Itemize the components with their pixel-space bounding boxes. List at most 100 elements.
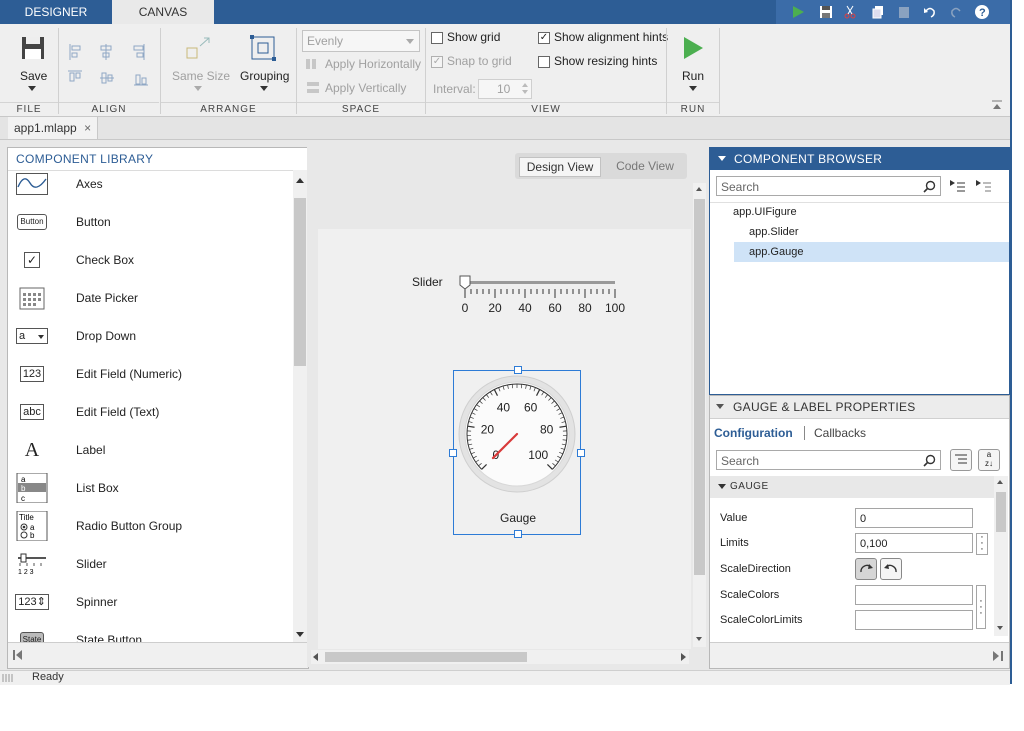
gauge[interactable]: 020406080100 bbox=[453, 370, 581, 498]
property-group-header[interactable]: GAUGE bbox=[710, 476, 994, 498]
scroll-down-icon[interactable] bbox=[997, 626, 1003, 630]
snap-to-grid-label: Snap to grid bbox=[447, 54, 512, 68]
scroll-thumb[interactable] bbox=[694, 199, 705, 575]
list-item-edit-field-numeric[interactable]: 123 Edit Field (Numeric) bbox=[16, 355, 182, 393]
scroll-right-icon[interactable] bbox=[681, 653, 686, 661]
resize-handle[interactable] bbox=[449, 449, 457, 457]
scroll-thumb[interactable] bbox=[325, 652, 527, 662]
list-item-drop-down[interactable]: a Drop Down bbox=[16, 317, 136, 355]
svg-text:b: b bbox=[21, 484, 26, 493]
show-alignment-hints-label: Show alignment hints bbox=[554, 30, 669, 44]
gauge-tick-label: 40 bbox=[497, 400, 511, 414]
list-item-label[interactable]: A Label bbox=[16, 431, 106, 469]
properties-header: GAUGE & LABEL PROPERTIES bbox=[710, 396, 1009, 419]
prop-label-value: Value bbox=[720, 512, 748, 524]
svg-text:c: c bbox=[21, 494, 25, 503]
slider[interactable]: 0 20 40 60 80 100 bbox=[452, 271, 632, 315]
library-scrollbar[interactable] bbox=[293, 170, 307, 642]
list-item-axes[interactable]: Axes bbox=[16, 170, 103, 203]
collapse-icon[interactable] bbox=[716, 404, 724, 409]
prop-value-field[interactable]: 0 bbox=[855, 508, 973, 528]
apply-vertically-icon bbox=[307, 82, 319, 93]
browser-search-input[interactable]: Search bbox=[716, 176, 941, 196]
canvas-vscrollbar[interactable] bbox=[693, 183, 706, 647]
resize-handle[interactable] bbox=[514, 530, 522, 538]
run-button[interactable]: Run bbox=[672, 32, 714, 94]
first-page-icon[interactable] bbox=[13, 650, 23, 660]
save-label: Save bbox=[20, 69, 48, 83]
prop-limits-field[interactable]: 0,100 bbox=[855, 533, 973, 553]
code-view-button[interactable]: Code View bbox=[605, 157, 685, 175]
list-item-button[interactable]: Button Button bbox=[16, 203, 111, 241]
list-item-state-button[interactable]: State State Button bbox=[16, 621, 142, 642]
show-resizing-hints-checkbox[interactable] bbox=[538, 56, 550, 68]
expand-all-icon[interactable] bbox=[950, 180, 966, 194]
list-item-edit-field-text[interactable]: abc Edit Field (Text) bbox=[16, 393, 159, 431]
counterclockwise-button[interactable] bbox=[880, 558, 902, 580]
component-browser-header: COMPONENT BROWSER bbox=[710, 148, 1009, 170]
save-icon[interactable] bbox=[816, 2, 836, 22]
last-page-icon[interactable] bbox=[993, 651, 1003, 661]
list-item-slider[interactable]: 1 2 3 Slider bbox=[16, 545, 107, 583]
divider bbox=[719, 28, 720, 114]
scroll-down-icon[interactable] bbox=[696, 637, 702, 641]
group-view-button[interactable] bbox=[950, 449, 972, 471]
grouping-button[interactable]: Grouping bbox=[236, 32, 292, 94]
limits-more-button[interactable]: · · · bbox=[976, 531, 988, 555]
resize-handle[interactable] bbox=[577, 449, 585, 457]
prop-scale-color-limits-field[interactable] bbox=[855, 610, 973, 630]
scale-colors-more-button[interactable]: · · · bbox=[976, 585, 986, 629]
run-icon[interactable] bbox=[788, 2, 808, 22]
tree-item-slider[interactable]: app.Slider bbox=[749, 226, 799, 238]
properties-search-input[interactable]: Search bbox=[716, 450, 941, 470]
list-item-date-picker[interactable]: Date Picker bbox=[16, 279, 138, 317]
scroll-thumb[interactable] bbox=[996, 492, 1006, 532]
prop-scale-colors-field[interactable] bbox=[855, 585, 973, 605]
collapse-icon[interactable] bbox=[718, 484, 726, 489]
doc-tab-app1[interactable]: app1.mlapp × bbox=[8, 117, 99, 139]
tree-item-gauge[interactable]: app.Gauge bbox=[749, 246, 803, 258]
cut-icon[interactable] bbox=[840, 2, 860, 22]
list-item-list-box[interactable]: abc List Box bbox=[16, 469, 119, 507]
scroll-up-icon[interactable] bbox=[696, 187, 702, 191]
show-alignment-hints-checkbox[interactable]: ✓ bbox=[538, 32, 550, 44]
slider-thumb[interactable] bbox=[459, 275, 471, 290]
tab-canvas[interactable]: CANVAS bbox=[112, 0, 214, 24]
scroll-up-icon[interactable] bbox=[296, 178, 304, 183]
more-icon: · · · bbox=[980, 531, 984, 555]
design-view-button[interactable]: Design View bbox=[519, 157, 601, 177]
scroll-left-icon[interactable] bbox=[313, 653, 318, 661]
save-button[interactable]: Save bbox=[10, 32, 56, 94]
collapse-icon[interactable] bbox=[718, 156, 726, 161]
sort-az-button[interactable]: a z↓ bbox=[978, 449, 1000, 471]
rotate-clockwise-icon bbox=[860, 564, 873, 573]
component-library-panel: COMPONENT LIBRARY Axes Button Button ✓ C… bbox=[7, 147, 309, 669]
slider-track bbox=[465, 281, 615, 284]
collapse-ribbon-icon[interactable] bbox=[991, 100, 1003, 110]
undo-icon[interactable] bbox=[920, 2, 940, 22]
list-item-spinner[interactable]: 123⇕ Spinner bbox=[15, 583, 117, 621]
close-icon[interactable]: × bbox=[84, 121, 91, 135]
tab-configuration[interactable]: Configuration bbox=[714, 426, 793, 440]
list-item-radio-button-group[interactable]: Title a b Radio Button Group bbox=[16, 507, 182, 545]
listbox-icon: abc bbox=[16, 473, 48, 503]
properties-scrollbar[interactable] bbox=[994, 476, 1008, 636]
section-label-run: RUN bbox=[667, 102, 719, 117]
list-item-checkbox[interactable]: ✓ Check Box bbox=[16, 241, 134, 279]
tree-item-uifigure[interactable]: app.UIFigure bbox=[733, 206, 797, 218]
scroll-up-icon[interactable] bbox=[997, 480, 1003, 484]
tab-callbacks[interactable]: Callbacks bbox=[814, 426, 866, 440]
scroll-thumb[interactable] bbox=[294, 198, 306, 366]
copy-icon[interactable] bbox=[868, 2, 888, 22]
spinner-icon: 123⇕ bbox=[15, 591, 49, 613]
clockwise-button[interactable] bbox=[855, 558, 877, 580]
tab-designer[interactable]: DESIGNER bbox=[0, 0, 112, 24]
help-icon[interactable]: ? bbox=[972, 2, 992, 22]
item-label: Check Box bbox=[76, 253, 135, 267]
collapse-all-icon[interactable] bbox=[976, 180, 992, 194]
run-icon bbox=[684, 37, 703, 59]
scroll-down-icon[interactable] bbox=[296, 632, 304, 637]
canvas-hscrollbar[interactable] bbox=[311, 650, 689, 664]
resize-handle[interactable] bbox=[514, 366, 522, 374]
show-grid-checkbox[interactable] bbox=[431, 32, 443, 44]
